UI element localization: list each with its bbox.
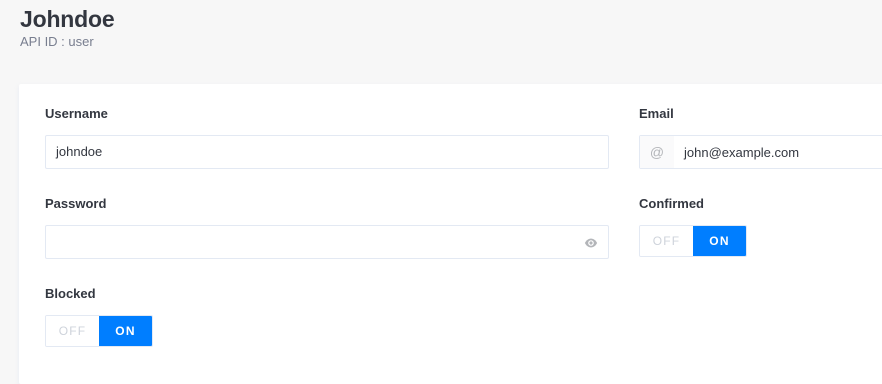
api-id-label: API ID : user: [20, 34, 94, 49]
password-input[interactable]: [45, 225, 609, 259]
confirmed-off-option[interactable]: OFF: [640, 226, 693, 256]
email-value[interactable]: john@example.com: [674, 145, 799, 160]
blocked-label: Blocked: [45, 286, 96, 301]
password-label: Password: [45, 196, 107, 211]
username-input[interactable]: johndoe: [45, 135, 609, 169]
blocked-toggle[interactable]: OFF ON: [45, 315, 153, 347]
confirmed-on-option[interactable]: ON: [693, 226, 746, 256]
at-sign-icon: @: [640, 136, 674, 168]
page-title: Johndoe: [20, 6, 115, 32]
email-field[interactable]: @ john@example.com: [639, 135, 882, 169]
email-label: Email: [639, 106, 674, 121]
blocked-on-option[interactable]: ON: [99, 316, 152, 346]
eye-icon[interactable]: [584, 236, 598, 250]
confirmed-label: Confirmed: [639, 196, 704, 211]
confirmed-toggle[interactable]: OFF ON: [639, 225, 747, 257]
blocked-off-option[interactable]: OFF: [46, 316, 99, 346]
page-header: Johndoe API ID : user: [20, 4, 115, 50]
edit-form-card: Username johndoe Email @ john@example.co…: [19, 84, 882, 384]
username-label: Username: [45, 106, 108, 121]
